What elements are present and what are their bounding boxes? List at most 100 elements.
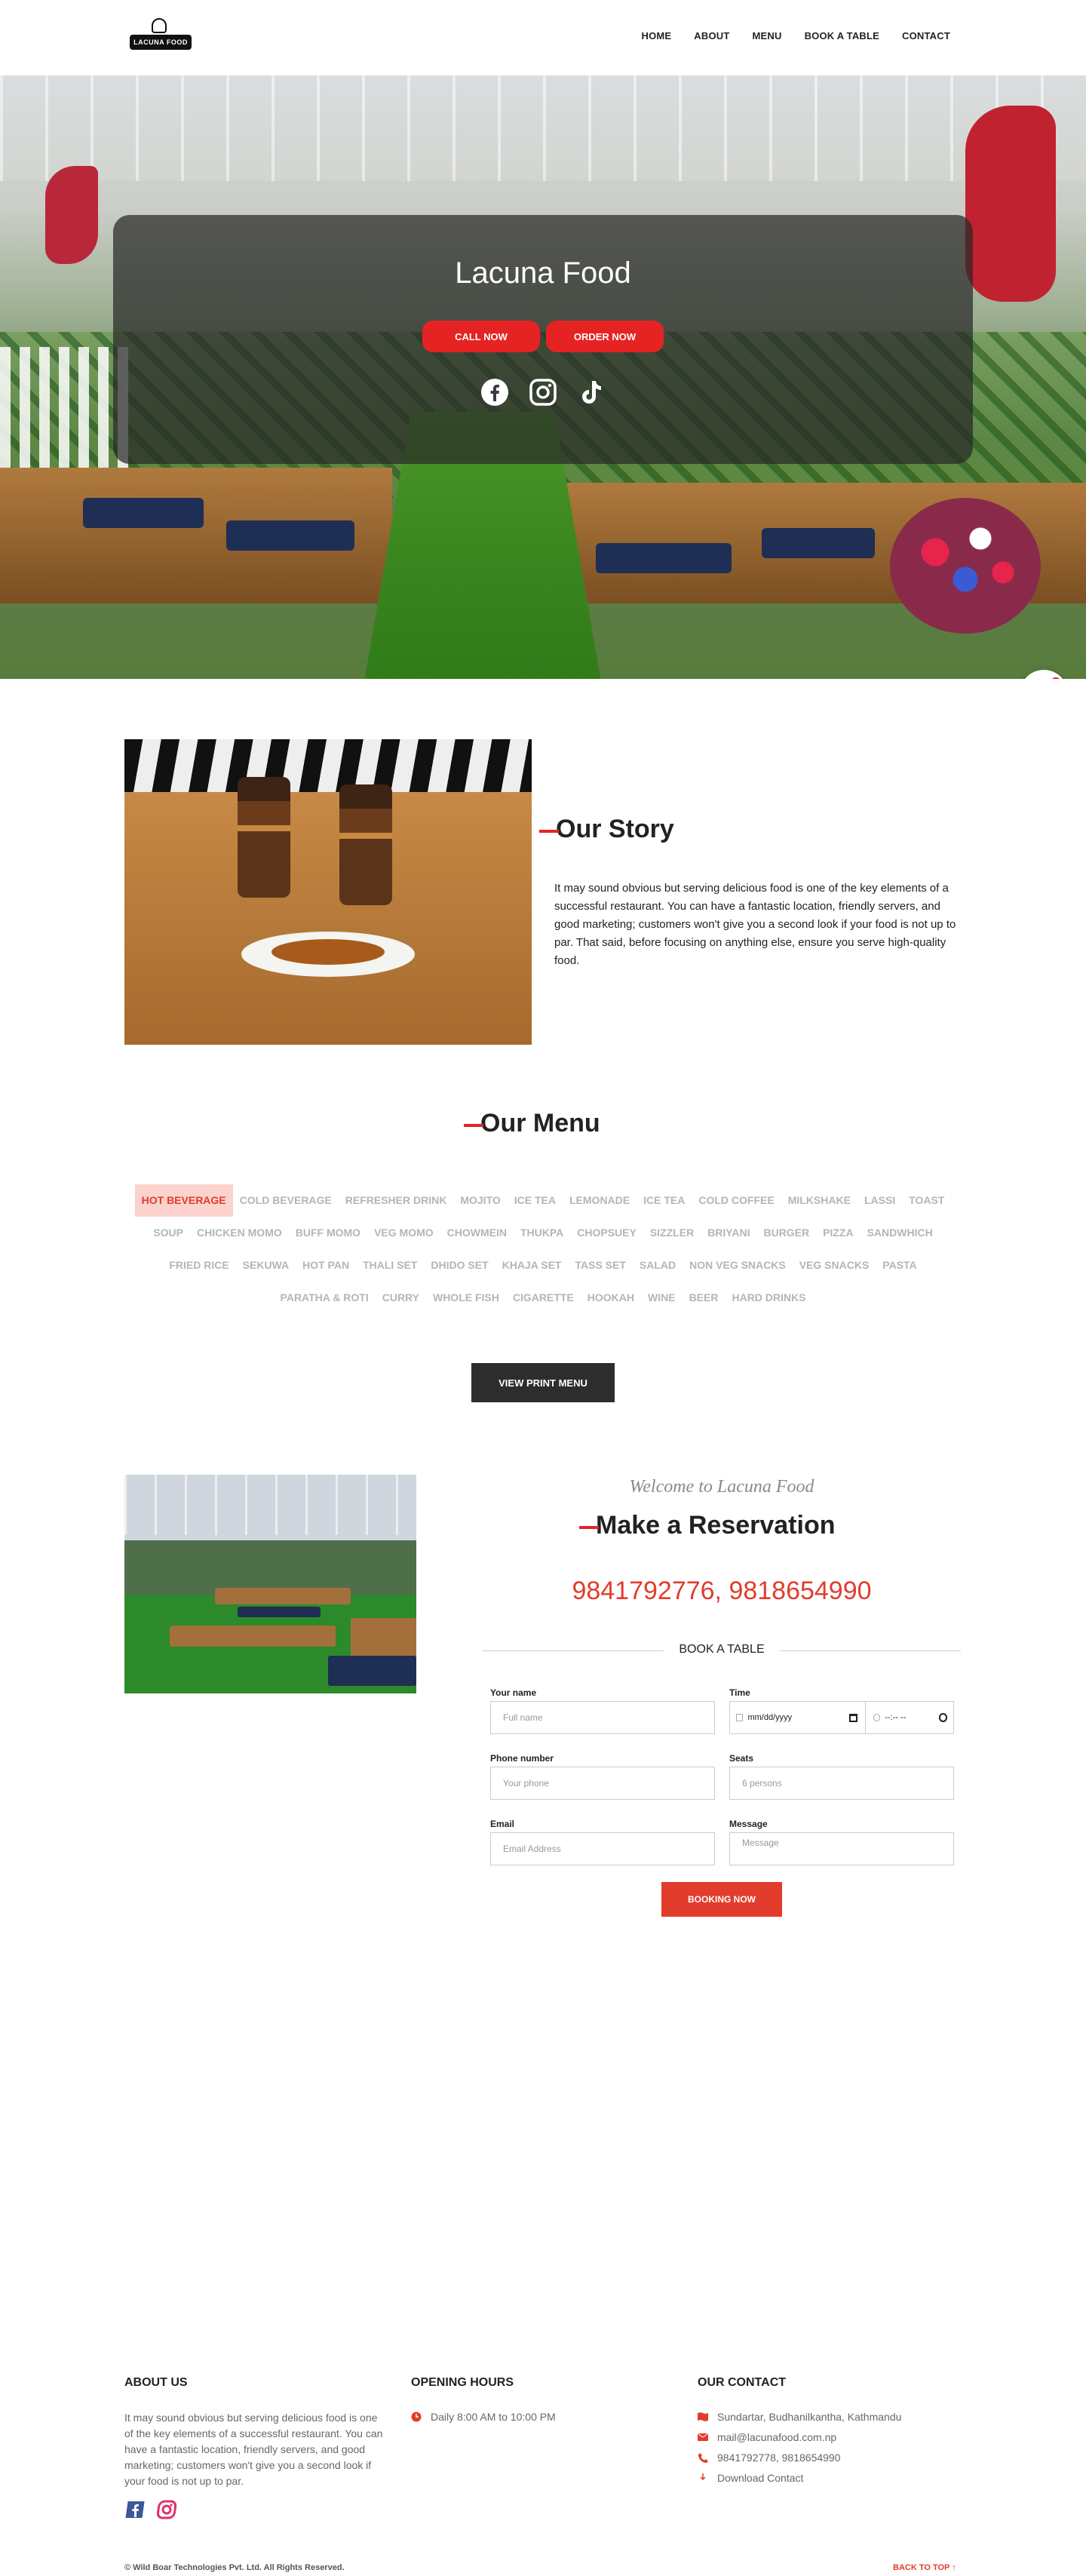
view-print-menu-button[interactable]: VIEW PRINT MENU	[471, 1363, 615, 1402]
contact-phone[interactable]: 9841792778, 9818654990	[698, 2452, 841, 2464]
opening-hours-item: Daily 8:00 AM to 10:00 PM	[411, 2411, 556, 2423]
cart-button[interactable]: 0	[1020, 670, 1068, 679]
contact-phone-text[interactable]: 9841792778, 9818654990	[717, 2452, 841, 2464]
hero-roof	[0, 75, 1086, 181]
menu-tab[interactable]: SALAD	[633, 1249, 683, 1282]
instagram-icon[interactable]	[156, 2499, 177, 2524]
time-picker-icon[interactable]	[938, 1713, 947, 1722]
about-us-text: It may sound obvious but serving delicio…	[124, 2412, 383, 2487]
hero-social-links	[113, 378, 973, 407]
booking-now-button[interactable]: BOOKING NOW	[661, 1882, 782, 1917]
menu-tab[interactable]: VEG MOMO	[367, 1217, 440, 1249]
nav-book-a-table[interactable]: BOOK A TABLE	[805, 30, 879, 41]
menu-tab[interactable]: HOT BEVERAGE	[134, 1184, 233, 1217]
menu-tab[interactable]: COLD BEVERAGE	[233, 1184, 339, 1217]
back-to-top-link[interactable]: BACK TO TOP ↑	[893, 2563, 956, 2572]
time-input[interactable]: --:-- --	[885, 1713, 934, 1722]
about-us-heading: ABOUT US	[124, 2376, 188, 2389]
menu-tab[interactable]: HOOKAH	[581, 1282, 641, 1314]
menu-tab[interactable]: PASTA	[876, 1249, 923, 1282]
menu-tab[interactable]: THUKPA	[514, 1217, 570, 1249]
reservation-image-table	[170, 1626, 336, 1647]
reservation-heading: Make a Reservation	[579, 1511, 836, 1540]
hero-cushion	[596, 543, 732, 573]
menu-tab[interactable]: CURRY	[376, 1282, 426, 1314]
menu-tab[interactable]: KHAJA SET	[495, 1249, 569, 1282]
cart-count-badge: 0	[1050, 677, 1062, 679]
reservation-image-seat	[238, 1607, 321, 1617]
menu-tab[interactable]: THALI SET	[356, 1249, 424, 1282]
seats-input[interactable]: 6 persons	[729, 1767, 954, 1800]
menu-tab[interactable]: PARATHA & ROTI	[274, 1282, 376, 1314]
menu-tab[interactable]: SOUP	[146, 1217, 190, 1249]
hero-cushion	[83, 498, 204, 528]
menu-tab[interactable]: TASS SET	[568, 1249, 632, 1282]
message-textarea[interactable]: Message	[729, 1832, 954, 1865]
menu-tab[interactable]: BURGER	[756, 1217, 816, 1249]
menu-tab[interactable]: COLD COFFEE	[692, 1184, 781, 1217]
menu-tab[interactable]: FRIED RICE	[162, 1249, 235, 1282]
nav-menu[interactable]: MENU	[753, 30, 782, 41]
story-image-stripes	[124, 739, 532, 792]
nav-contact[interactable]: CONTACT	[902, 30, 950, 41]
reservation-image-roof	[124, 1475, 416, 1535]
menu-tab[interactable]: VEG SNACKS	[793, 1249, 876, 1282]
calendar-icon[interactable]	[849, 1713, 857, 1722]
download-contact-text[interactable]: Download Contact	[717, 2472, 803, 2484]
menu-tab[interactable]: CHOPSUEY	[570, 1217, 643, 1249]
menu-tab[interactable]: CHICKEN MOMO	[190, 1217, 289, 1249]
tiktok-icon[interactable]	[577, 378, 606, 407]
site-logo[interactable]: LACUNA FOOD	[127, 15, 195, 56]
menu-tab[interactable]: LASSI	[857, 1184, 902, 1217]
reservation-phone[interactable]: 9841792776, 9818654990	[483, 1577, 961, 1606]
menu-tab[interactable]: NON VEG SNACKS	[683, 1249, 793, 1282]
name-input[interactable]: Full name	[490, 1701, 715, 1734]
instagram-icon[interactable]	[529, 378, 557, 407]
menu-tab[interactable]: TOAST	[902, 1184, 951, 1217]
book-a-table-divider: BOOK A TABLE	[483, 1643, 961, 1658]
menu-tab[interactable]: BEER	[683, 1282, 726, 1314]
copyright-text: © Wild Boar Technologies Pvt. Ltd. All R…	[124, 2563, 345, 2572]
reservation-image	[124, 1475, 416, 1693]
nav-about[interactable]: ABOUT	[694, 30, 729, 41]
nav-home[interactable]: HOME	[641, 30, 671, 41]
our-contact-heading: OUR CONTACT	[698, 2376, 787, 2389]
phone-input[interactable]: Your phone	[490, 1767, 715, 1800]
menu-tab[interactable]: DHIDO SET	[424, 1249, 495, 1282]
menu-tab[interactable]: WHOLE FISH	[426, 1282, 506, 1314]
story-image-fish	[272, 939, 385, 965]
menu-tab[interactable]: ICE TEA	[508, 1184, 563, 1217]
date-input[interactable]: mm/dd/yyyy	[747, 1713, 845, 1722]
menu-tab[interactable]: REFRESHER DRINK	[339, 1184, 454, 1217]
email-input[interactable]: Email Address	[490, 1832, 715, 1865]
download-contact-link[interactable]: Download Contact	[698, 2472, 803, 2484]
contact-email[interactable]: mail@lacunafood.com.np	[698, 2431, 836, 2443]
menu-tab[interactable]: ICE TEA	[637, 1184, 692, 1217]
menu-tab[interactable]: SIZZLER	[643, 1217, 701, 1249]
menu-tab[interactable]: SANDWHICH	[861, 1217, 940, 1249]
facebook-icon[interactable]	[480, 378, 509, 407]
menu-tab[interactable]: BUFF MOMO	[289, 1217, 367, 1249]
menu-tab[interactable]: LEMONADE	[563, 1184, 637, 1217]
menu-tab[interactable]: MOJITO	[453, 1184, 507, 1217]
menu-tab[interactable]: PIZZA	[816, 1217, 860, 1249]
menu-tab[interactable]: WINE	[641, 1282, 683, 1314]
contact-email-text[interactable]: mail@lacunafood.com.np	[717, 2431, 836, 2443]
menu-tab[interactable]: SEKUWA	[236, 1249, 296, 1282]
contact-address: Sundartar, Budhanilkantha, Kathmandu	[698, 2411, 901, 2423]
hero-overlay-box: Lacuna Food CALL NOW ORDER NOW	[113, 215, 973, 464]
menu-tab[interactable]: MILKSHAKE	[781, 1184, 857, 1217]
reservation-image-table	[215, 1588, 351, 1604]
menu-tab[interactable]: HARD DRINKS	[725, 1282, 812, 1314]
hero-title: Lacuna Food	[455, 256, 631, 290]
menu-tab[interactable]: BRIYANI	[701, 1217, 756, 1249]
menu-tab[interactable]: CHOWMEIN	[440, 1217, 514, 1249]
hero-pot-left	[45, 166, 98, 264]
menu-tab[interactable]: HOT PAN	[296, 1249, 356, 1282]
order-now-button[interactable]: ORDER NOW	[546, 321, 664, 352]
call-now-button[interactable]: CALL NOW	[422, 321, 540, 352]
facebook-icon[interactable]	[124, 2499, 146, 2524]
seats-label: Seats	[729, 1753, 754, 1764]
logo-text: LACUNA FOOD	[130, 35, 192, 50]
menu-tab[interactable]: CIGARETTE	[506, 1282, 581, 1314]
